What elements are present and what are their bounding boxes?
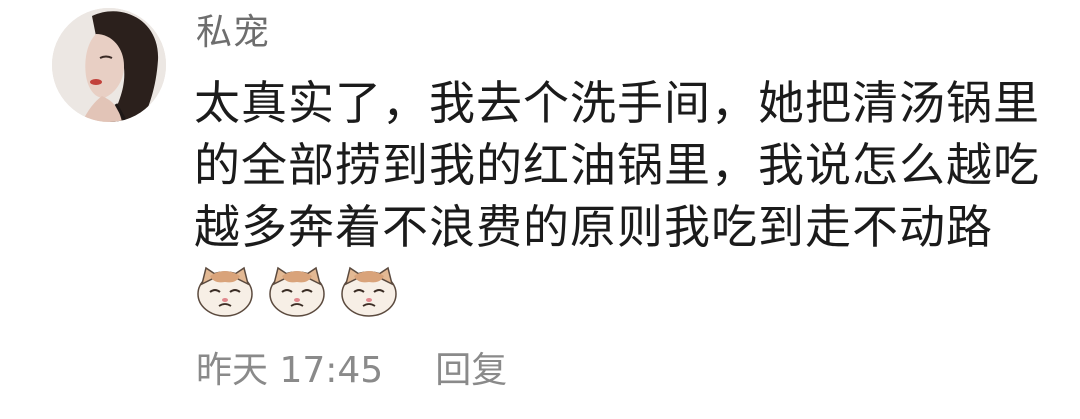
cat-face-icon — [197, 266, 253, 317]
avatar-image — [52, 8, 166, 122]
comment-text-line: 的全部捞到我的红油锅里，我说怎么越吃 — [194, 138, 1040, 192]
comment-item: 私宠 太真实了，我去个洗手间，她把清汤锅里 的全部捞到我的红油锅里，我说怎么越吃… — [0, 0, 1080, 419]
avatar[interactable] — [52, 8, 166, 122]
comment-text-line: 越多奔着不浪费的原则我吃到走不动路 — [194, 200, 993, 254]
comment-text: 太真实了，我去个洗手间，她把清汤锅里 的全部捞到我的红油锅里，我说怎么越吃 越多… — [194, 72, 1064, 258]
comment-text-line: 太真实了，我去个洗手间，她把清汤锅里 — [194, 76, 1040, 130]
comment-meta: 昨天 17:45 回复 — [196, 346, 507, 396]
emoji-row — [196, 262, 398, 318]
timestamp: 昨天 17:45 — [196, 350, 384, 391]
cat-face-icon — [341, 266, 397, 317]
cat-face-icon — [269, 266, 325, 317]
username[interactable]: 私宠 — [196, 8, 270, 58]
reply-button[interactable]: 回复 — [435, 346, 507, 396]
